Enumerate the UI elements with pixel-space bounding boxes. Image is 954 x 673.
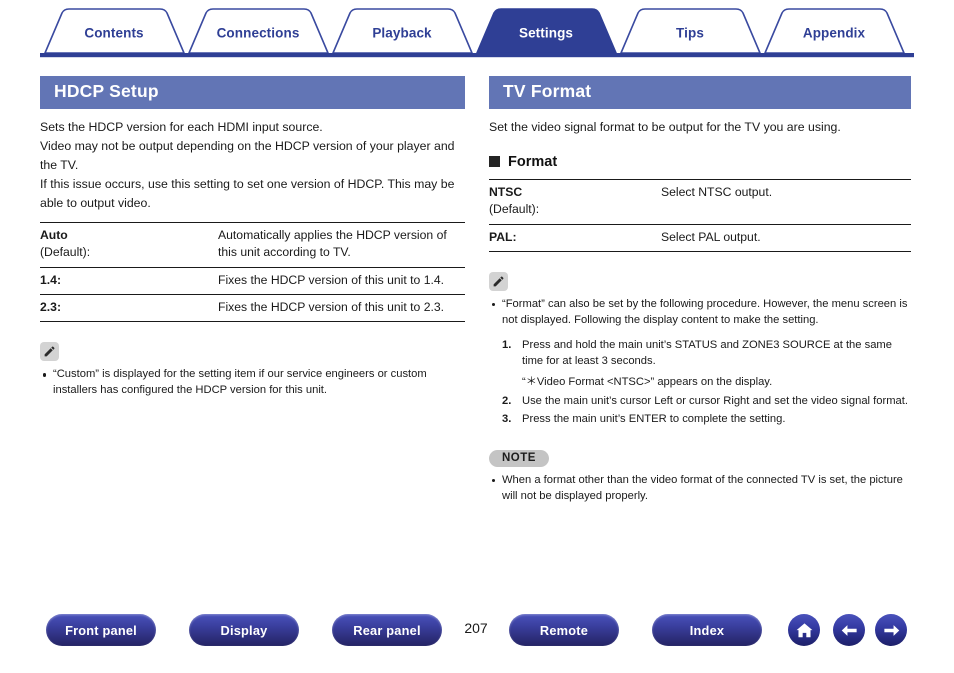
index-button[interactable]: Index bbox=[652, 614, 762, 646]
pencil-icon bbox=[489, 271, 508, 291]
hdcp-option-term-23: 2.3: bbox=[40, 294, 218, 323]
list-item: “Format” can also be set by the followin… bbox=[489, 297, 911, 329]
tv-format-tip-list: “Format” can also be set by the followin… bbox=[489, 297, 911, 329]
hdcp-tip-list: “Custom” is displayed for the setting it… bbox=[40, 367, 465, 399]
hdcp-option-term-auto: Auto (Default): bbox=[40, 222, 218, 268]
hdcp-options-table: Auto (Default): Automatically applies th… bbox=[40, 222, 465, 323]
format-option-term-pal: PAL: bbox=[489, 223, 661, 252]
table-row: 1.4: Fixes the HDCP version of this unit… bbox=[40, 266, 465, 295]
term-label: PAL: bbox=[489, 229, 517, 244]
display-button[interactable]: Display bbox=[189, 614, 299, 646]
tab-connections[interactable]: Connections bbox=[217, 26, 300, 41]
back-button[interactable] bbox=[833, 614, 865, 646]
tv-format-description: Set the video signal format to be output… bbox=[489, 118, 911, 137]
format-option-term-ntsc: NTSC (Default): bbox=[489, 178, 661, 225]
pencil-icon bbox=[40, 342, 59, 362]
tab-tips[interactable]: Tips bbox=[676, 26, 704, 41]
format-option-desc-pal: Select PAL output. bbox=[661, 223, 911, 252]
forward-button[interactable] bbox=[875, 614, 907, 646]
arrow-left-icon bbox=[841, 624, 857, 636]
list-item: Press and hold the main unit’s STATUS an… bbox=[502, 338, 911, 391]
pencil-glyph bbox=[493, 276, 504, 287]
list-item: Use the main unit’s cursor Left or curso… bbox=[502, 394, 908, 410]
term-sublabel: (Default): bbox=[40, 245, 91, 260]
format-option-desc-ntsc: Select NTSC output. bbox=[661, 178, 911, 225]
tv-format-paragraph-1: Set the video signal format to be output… bbox=[489, 119, 841, 134]
note-badge: NOTE bbox=[489, 450, 549, 468]
format-subheading-label: Format bbox=[508, 153, 558, 170]
term-sublabel: (Default): bbox=[489, 202, 540, 217]
left-column: HDCP Setup Sets the HDCP version for eac… bbox=[40, 76, 465, 400]
tab-appendix[interactable]: Appendix bbox=[803, 26, 865, 41]
front-panel-button[interactable]: Front panel bbox=[46, 614, 156, 646]
term-label: 1.4: bbox=[40, 272, 62, 287]
right-column: TV Format Set the video signal format to… bbox=[489, 76, 911, 506]
hdcp-option-term-14: 1.4: bbox=[40, 266, 218, 295]
tv-format-note-block: NOTE When a format other than the video … bbox=[489, 448, 911, 505]
tab-contents[interactable]: Contents bbox=[84, 26, 143, 41]
list-item: “Custom” is displayed for the setting it… bbox=[40, 367, 465, 399]
term-label: NTSC bbox=[489, 184, 523, 199]
tv-format-note-list: When a format other than the video forma… bbox=[489, 473, 911, 505]
table-row: 2.3: Fixes the HDCP version of this unit… bbox=[40, 294, 465, 323]
table-row: Auto (Default): Automatically applies th… bbox=[40, 222, 465, 268]
hdcp-option-desc-auto: Automatically applies the HDCP version o… bbox=[218, 222, 465, 268]
hdcp-paragraph-3: If this issue occurs, use this setting t… bbox=[40, 177, 455, 211]
arrow-right-icon bbox=[883, 624, 899, 636]
hdcp-tip-block: “Custom” is displayed for the setting it… bbox=[40, 342, 465, 399]
hdcp-setup-description: Sets the HDCP version for each HDMI inpu… bbox=[40, 118, 465, 213]
pencil-glyph bbox=[44, 346, 55, 357]
list-item: Press the main unit’s ENTER to complete … bbox=[502, 412, 786, 428]
tab-playback[interactable]: Playback bbox=[372, 26, 431, 41]
step-1-display-text: “＊Video Format <NTSC>” appears on the di… bbox=[522, 375, 773, 388]
tv-format-steps: Press and hold the main unit’s STATUS an… bbox=[489, 338, 911, 429]
remote-button[interactable]: Remote bbox=[509, 614, 619, 646]
hdcp-paragraph-1: Sets the HDCP version for each HDMI inpu… bbox=[40, 119, 323, 134]
tab-settings[interactable]: Settings bbox=[519, 26, 573, 41]
home-icon bbox=[796, 622, 812, 637]
hdcp-setup-heading: HDCP Setup bbox=[40, 76, 465, 109]
tab-bar: Contents Connections Playback Settings T… bbox=[0, 0, 954, 62]
tv-format-tip-block: “Format” can also be set by the followin… bbox=[489, 271, 911, 429]
format-options-table: NTSC (Default): Select NTSC output. PAL:… bbox=[489, 178, 911, 252]
list-item: When a format other than the video forma… bbox=[489, 473, 911, 505]
hdcp-paragraph-2: Video may not be output depending on the… bbox=[40, 138, 455, 172]
tv-format-heading: TV Format bbox=[489, 76, 911, 109]
format-subheading: Format bbox=[489, 154, 911, 170]
page-number: 207 bbox=[464, 620, 488, 636]
square-bullet-icon bbox=[489, 156, 500, 168]
table-row: NTSC (Default): Select NTSC output. bbox=[489, 178, 911, 225]
table-row: PAL: Select PAL output. bbox=[489, 223, 911, 252]
term-label: Auto bbox=[40, 228, 68, 243]
home-button[interactable] bbox=[788, 614, 820, 646]
hdcp-option-desc-23: Fixes the HDCP version of this unit to 2… bbox=[218, 294, 465, 323]
term-label: 2.3: bbox=[40, 300, 62, 315]
tab-bar-rule bbox=[40, 53, 914, 58]
step-text: Press and hold the main unit’s STATUS an… bbox=[522, 338, 892, 367]
footer-navigation: Front panel Display Rear panel 207 Remot… bbox=[0, 614, 954, 664]
hdcp-option-desc-14: Fixes the HDCP version of this unit to 1… bbox=[218, 266, 465, 295]
rear-panel-button[interactable]: Rear panel bbox=[332, 614, 442, 646]
